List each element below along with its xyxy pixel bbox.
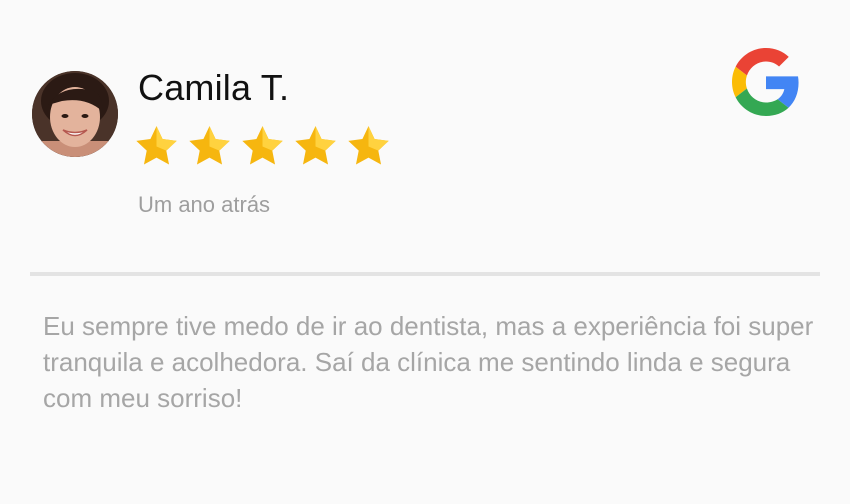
review-text: Eu sempre tive medo de ir ao dentista, m…	[43, 311, 814, 413]
star-icon	[348, 126, 389, 165]
review-timestamp: Um ano atrás	[138, 192, 271, 217]
star-rating	[133, 123, 392, 170]
star-icon	[295, 126, 336, 165]
star-icon	[242, 126, 283, 165]
star-icon	[189, 126, 230, 165]
review-card: Camila T. Um ano atrás Eu sempre tive me…	[0, 0, 850, 504]
star-icon	[136, 126, 177, 165]
google-g-icon	[732, 48, 799, 116]
reviewer-name: Camila T.	[138, 67, 290, 108]
avatar	[32, 71, 118, 157]
divider	[30, 272, 820, 276]
